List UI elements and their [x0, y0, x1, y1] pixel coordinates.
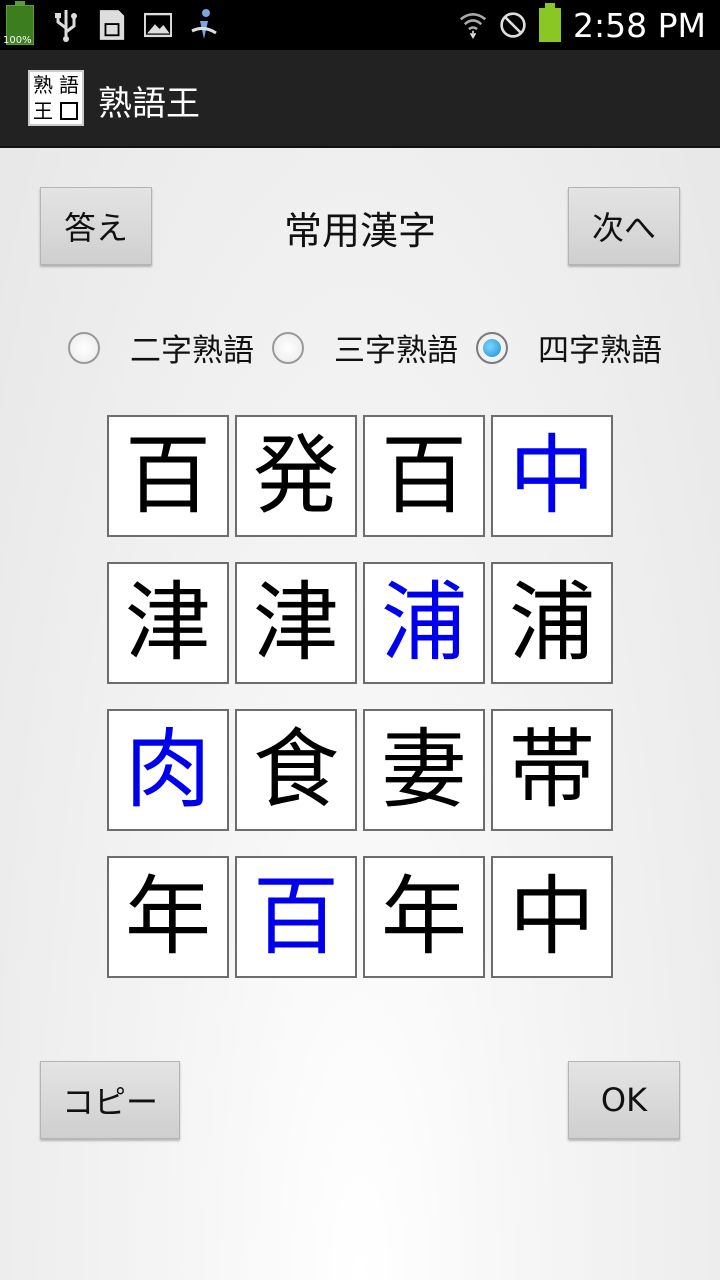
image-icon — [144, 8, 172, 42]
kanji-tile[interactable]: 百 — [107, 415, 229, 537]
clock: 2:58 PM — [573, 5, 706, 45]
app-icon: 熟 語 王 — [28, 70, 84, 126]
radio-label: 四字熟語 — [538, 333, 662, 369]
app-icon-char: 語 — [59, 73, 79, 97]
radio-button[interactable] — [68, 331, 100, 364]
square-icon — [60, 102, 78, 120]
sync-icon — [190, 8, 218, 42]
kanji-tile[interactable]: 妻 — [363, 709, 485, 831]
kanji-tile[interactable]: 肉 — [107, 709, 229, 831]
radio-button[interactable] — [272, 331, 304, 364]
kanji-tile[interactable]: 浦 — [363, 562, 485, 684]
battery-icon — [539, 3, 562, 42]
kanji-tile[interactable]: 中 — [491, 856, 613, 978]
kanji-tile[interactable]: 帯 — [491, 709, 613, 831]
action-bar: 熟 語 王 熟語王 — [0, 50, 720, 148]
system-icons: 2:58 PM — [459, 3, 706, 46]
kanji-tile[interactable]: 津 — [107, 562, 229, 684]
app-icon-char: 王 — [33, 99, 53, 123]
kanji-tile[interactable]: 浦 — [491, 562, 613, 684]
kanji-tile[interactable]: 発 — [235, 415, 357, 537]
kanji-tile[interactable]: 津 — [235, 562, 357, 684]
radio-label: 二字熟語 — [130, 333, 254, 369]
radio-three-char[interactable]: 三字熟語 — [272, 325, 458, 370]
radio-label: 三字熟語 — [334, 333, 458, 369]
kanji-tile[interactable]: 食 — [235, 709, 357, 831]
battery-percent: 100% — [3, 35, 32, 46]
kanji-tile[interactable]: 年 — [363, 856, 485, 978]
battery-icon: 100% — [3, 1, 34, 46]
app-icon-char: 熟 — [33, 73, 53, 97]
answer-button[interactable]: 答え — [40, 187, 152, 265]
category-label: 常用漢字 — [283, 209, 436, 253]
sd-card-icon — [98, 8, 126, 42]
app-title: 熟語王 — [98, 84, 200, 124]
kanji-tile[interactable]: 百 — [363, 415, 485, 537]
kanji-tile[interactable]: 中 — [491, 415, 613, 537]
radio-two-char[interactable]: 二字熟語 — [68, 325, 254, 370]
radio-button-selected[interactable] — [476, 331, 508, 364]
copy-button[interactable]: コピー — [40, 1061, 180, 1139]
notification-icons: 100% — [3, 1, 218, 46]
no-signal-icon — [499, 8, 527, 42]
kanji-tile[interactable]: 年 — [107, 856, 229, 978]
status-bar: 100% 2:58 PM — [0, 0, 720, 50]
wifi-icon — [459, 8, 487, 42]
usb-icon — [52, 8, 80, 42]
next-button[interactable]: 次へ — [568, 187, 680, 265]
ok-button[interactable]: OK — [568, 1061, 680, 1139]
kanji-tile[interactable]: 百 — [235, 856, 357, 978]
radio-four-char[interactable]: 四字熟語 — [476, 325, 662, 370]
